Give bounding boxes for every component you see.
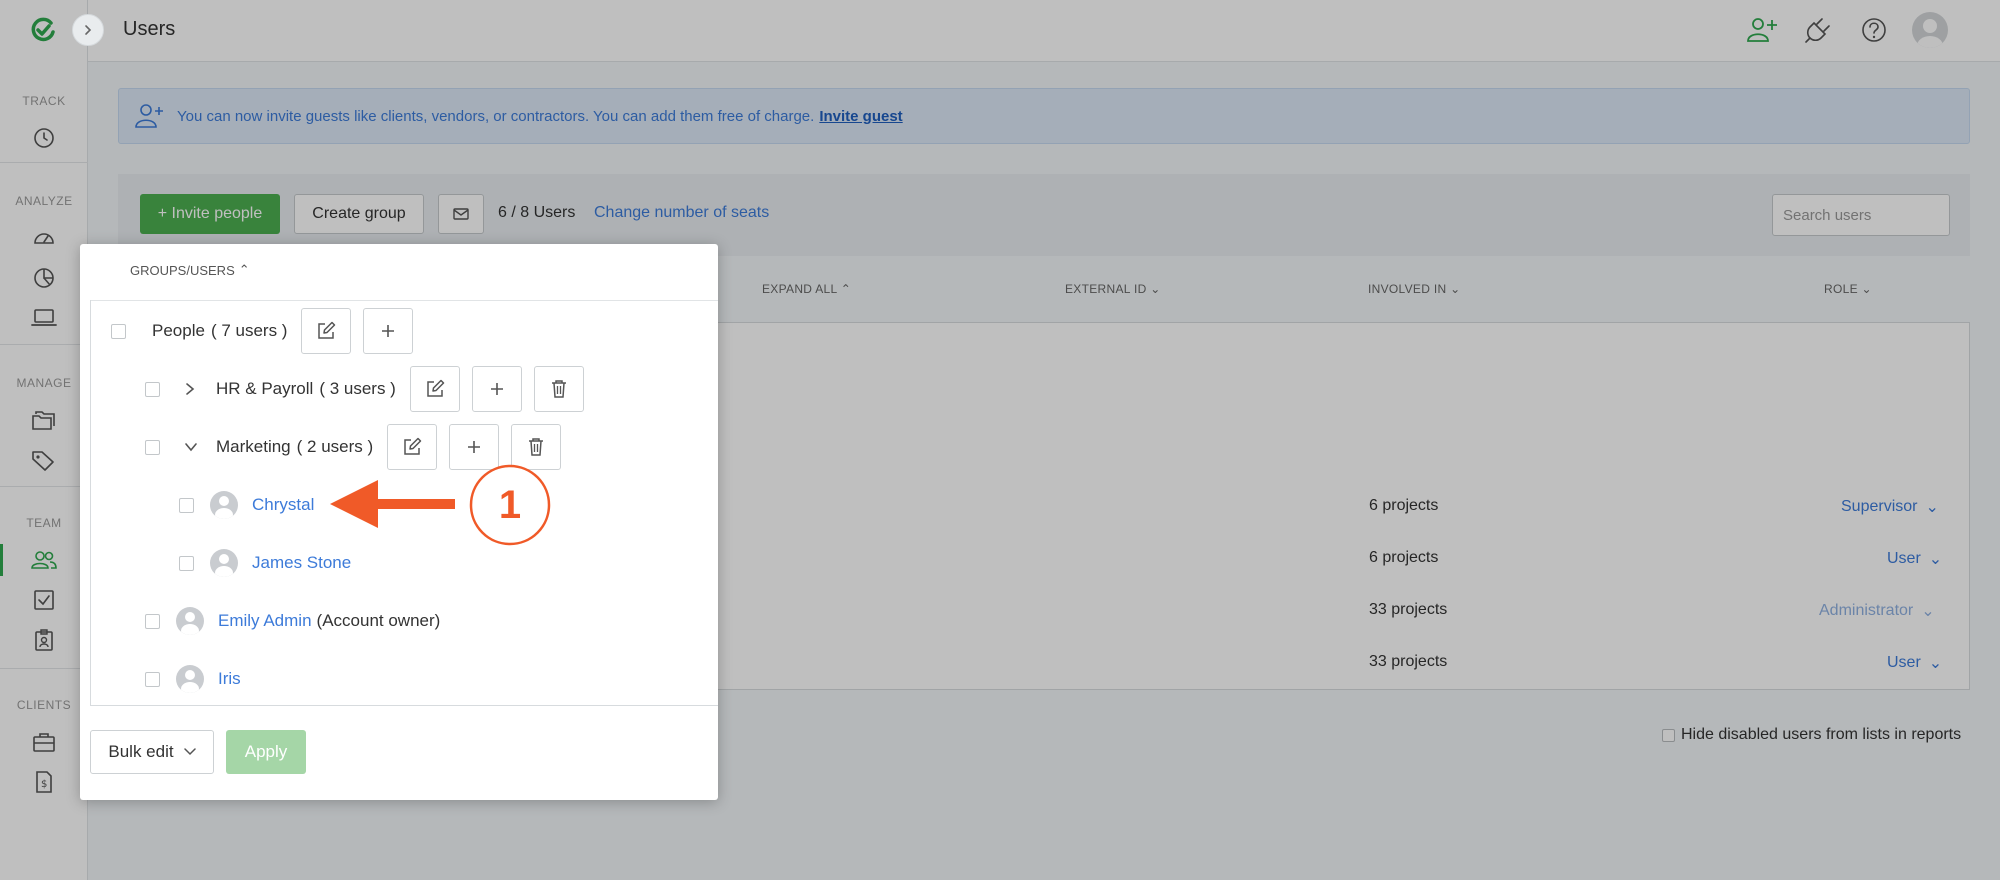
add-to-group-button[interactable]: [363, 308, 414, 354]
user-name-link[interactable]: James Stone: [252, 553, 351, 573]
add-to-group-button[interactable]: [449, 424, 500, 470]
bulk-edit-dropdown[interactable]: Bulk edit: [90, 730, 214, 774]
groups-users-label: GROUPS/USERS: [130, 262, 235, 278]
row-checkbox[interactable]: [179, 555, 194, 571]
edit-group-button[interactable]: [301, 308, 352, 354]
user-row-james-stone: James Stone: [179, 540, 351, 586]
bulk-edit-label: Bulk edit: [108, 742, 174, 761]
annotation-number: 1: [498, 482, 522, 527]
chevron-up-icon: ⌃: [238, 262, 250, 277]
row-checkbox[interactable]: [145, 671, 160, 687]
group-count: ( 3 users ): [319, 379, 396, 398]
delete-group-button[interactable]: [511, 424, 562, 470]
user-row-iris: Iris: [145, 656, 241, 702]
edit-icon: [427, 379, 445, 397]
chevron-right-icon: [85, 25, 92, 35]
row-checkbox[interactable]: [145, 439, 160, 455]
group-row-marketing: Marketing ( 2 users ): [145, 424, 562, 470]
group-row-hr-payroll: HR & Payroll ( 3 users ): [145, 366, 584, 412]
trash-icon: [529, 438, 544, 456]
user-row-chrystal: Chrystal: [179, 482, 314, 528]
account-owner-note: (Account owner): [316, 611, 441, 630]
row-checkbox[interactable]: [145, 613, 160, 629]
groups-tree: People ( 7 users ) HR & Payroll ( 3 user…: [90, 300, 718, 706]
group-count: ( 7 users ): [210, 321, 288, 340]
group-name: People: [152, 321, 205, 340]
user-name-link[interactable]: Chrystal: [252, 495, 314, 515]
user-name-link[interactable]: Iris: [218, 669, 241, 689]
plus-icon: [382, 325, 395, 337]
edit-group-button[interactable]: [409, 366, 460, 412]
row-checkbox[interactable]: [179, 497, 194, 513]
chevron-right-icon[interactable]: [184, 382, 196, 396]
user-name-link[interactable]: Emily Admin: [218, 611, 312, 631]
group-count: ( 2 users ): [296, 437, 374, 456]
row-checkbox[interactable]: [111, 323, 126, 339]
edit-group-button[interactable]: [387, 424, 438, 470]
chevron-down-icon: [183, 748, 196, 756]
apply-button[interactable]: Apply: [226, 730, 306, 774]
add-to-group-button[interactable]: [471, 366, 522, 412]
edit-icon: [318, 321, 336, 339]
plus-icon: [468, 441, 481, 453]
group-name: Marketing: [216, 437, 291, 456]
group-row-people: People ( 7 users ): [111, 308, 414, 354]
avatar: [210, 549, 238, 577]
edit-icon: [404, 437, 422, 455]
groups-users-header[interactable]: GROUPS/USERS ⌃: [130, 262, 250, 278]
avatar: [176, 665, 204, 693]
group-name: HR & Payroll: [216, 379, 314, 398]
sidebar-collapse-button[interactable]: [72, 14, 104, 46]
plus-icon: [490, 383, 503, 395]
avatar: [176, 607, 204, 635]
chevron-down-icon[interactable]: [184, 441, 198, 453]
row-checkbox[interactable]: [145, 381, 160, 397]
trash-icon: [551, 380, 566, 398]
user-row-emily-admin: Emily Admin (Account owner): [145, 598, 440, 644]
delete-group-button[interactable]: [533, 366, 584, 412]
groups-users-popup: GROUPS/USERS ⌃ People ( 7 users ) HR & P…: [80, 244, 718, 800]
avatar: [210, 491, 238, 519]
